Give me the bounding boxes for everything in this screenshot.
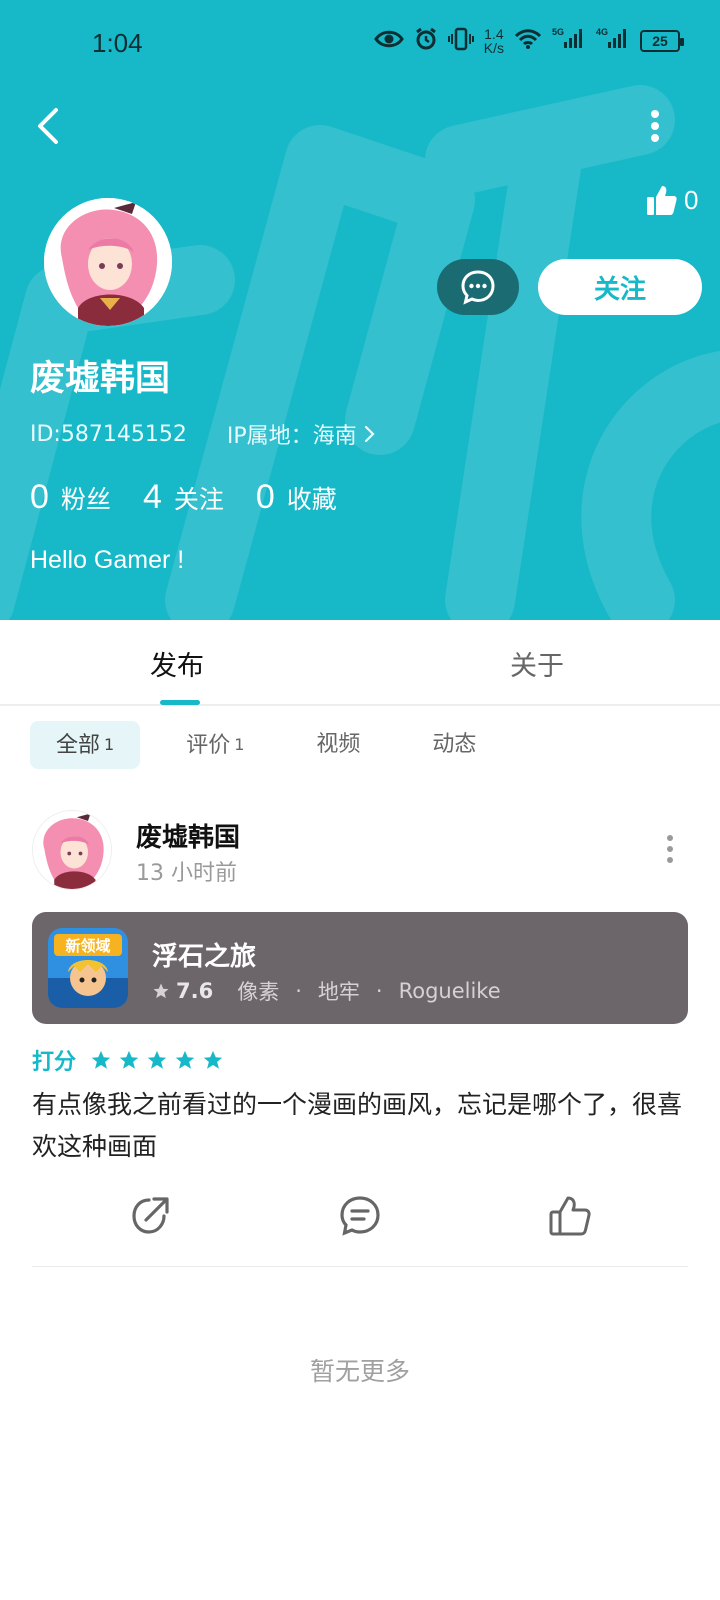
profile-stats: 0 粉丝 4 关注 0 收藏 bbox=[30, 478, 369, 517]
tab-publish[interactable]: 发布 bbox=[150, 644, 204, 683]
profile-id-line: ID:587145152 IP属地：海南 bbox=[30, 418, 375, 450]
share-button[interactable] bbox=[122, 1188, 178, 1244]
game-tag: Roguelike bbox=[398, 979, 501, 1003]
game-score: 7.6 bbox=[176, 979, 214, 1003]
thumbs-up-icon bbox=[549, 1196, 591, 1236]
post-actions bbox=[0, 1188, 720, 1248]
battery-indicator: 25 bbox=[640, 30, 684, 52]
filter-label: 视频 bbox=[316, 732, 361, 757]
chevron-left-icon bbox=[38, 108, 58, 144]
more-vertical-icon bbox=[667, 835, 673, 863]
stat-following[interactable]: 4 关注 bbox=[143, 478, 224, 517]
status-icons: 1.4 K/s 5G 4G 25 bbox=[373, 26, 684, 56]
stat-label: 粉丝 bbox=[60, 485, 111, 514]
tag-separator: · bbox=[295, 979, 302, 1003]
stat-fans[interactable]: 0 粉丝 bbox=[30, 478, 111, 517]
post-author-name[interactable]: 废墟韩国 bbox=[136, 817, 240, 854]
stat-count: 0 bbox=[30, 478, 49, 516]
filter-chips: 全部 1 评价 1 视频 动态 bbox=[30, 721, 522, 769]
game-name: 浮石之旅 bbox=[152, 942, 257, 972]
stat-label: 关注 bbox=[173, 485, 224, 514]
signal-5g-icon: 5G bbox=[552, 26, 586, 56]
filter-count: 1 bbox=[104, 735, 115, 754]
stat-count: 4 bbox=[142, 478, 162, 516]
alarm-icon bbox=[414, 27, 438, 56]
profile-likes[interactable]: 0 bbox=[646, 184, 698, 216]
profile-bio: Hello Gamer ! bbox=[30, 546, 185, 574]
game-tag: 像素 bbox=[237, 980, 280, 1004]
star-icon bbox=[175, 1050, 195, 1069]
rating-stars bbox=[90, 1049, 224, 1071]
svg-text:4G: 4G bbox=[596, 27, 608, 37]
status-bar: 1:04 1.4 K/s 5G 4G 25 bbox=[0, 0, 720, 90]
post-more-button[interactable] bbox=[660, 832, 680, 866]
filter-label: 全部 bbox=[56, 733, 101, 758]
filter-all[interactable]: 全部 1 bbox=[30, 721, 141, 769]
filter-videos[interactable]: 视频 bbox=[290, 721, 386, 769]
message-button[interactable] bbox=[437, 259, 519, 315]
filter-count: 1 bbox=[234, 735, 245, 754]
game-tag: 地牢 bbox=[317, 980, 360, 1004]
stat-favorites[interactable]: 0 收藏 bbox=[256, 478, 337, 517]
more-vertical-icon bbox=[651, 110, 659, 142]
profile-avatar[interactable] bbox=[44, 198, 172, 326]
star-icon bbox=[153, 983, 169, 999]
stat-count: 0 bbox=[255, 478, 275, 516]
status-time: 1:04 bbox=[92, 28, 143, 58]
star-icon bbox=[203, 1050, 223, 1069]
star-icon bbox=[91, 1050, 111, 1069]
rating-row: 打分 bbox=[32, 1044, 224, 1076]
more-options-button[interactable] bbox=[640, 106, 670, 146]
anime-avatar-image bbox=[44, 198, 172, 326]
filter-label: 评价 bbox=[186, 733, 231, 758]
filter-moments[interactable]: 动态 bbox=[406, 721, 502, 769]
back-button[interactable] bbox=[30, 104, 70, 148]
follow-button[interactable]: 关注 bbox=[538, 259, 702, 315]
thumbs-up-filled-icon bbox=[647, 186, 677, 215]
chevron-right-icon bbox=[364, 425, 375, 443]
tab-about[interactable]: 关于 bbox=[510, 644, 564, 683]
star-icon bbox=[119, 1050, 139, 1069]
ip-location-text: IP属地：海南 bbox=[226, 424, 357, 449]
profile-username: 废墟韩国 bbox=[30, 359, 171, 399]
content-tabs: 发布 关于 bbox=[0, 620, 720, 706]
active-tab-indicator bbox=[160, 700, 200, 705]
anime-avatar-image bbox=[33, 811, 111, 889]
eye-icon bbox=[373, 28, 404, 55]
user-id: ID:587145152 bbox=[30, 421, 187, 447]
share-icon bbox=[132, 1197, 169, 1234]
wifi-icon bbox=[514, 28, 542, 55]
ip-location-link[interactable]: IP属地：海南 bbox=[227, 418, 375, 450]
game-meta: 7.6 像素 · 地牢 · Roguelike bbox=[152, 976, 501, 1006]
game-icon-text: 新领域 bbox=[65, 937, 110, 955]
post-timestamp: 13 小时前 bbox=[136, 861, 237, 886]
signal-4g-icon: 4G bbox=[596, 26, 630, 56]
no-more-text: 暂无更多 bbox=[309, 1357, 410, 1386]
taptap-watermark bbox=[0, 85, 720, 620]
chat-bubble-icon bbox=[461, 270, 495, 305]
vibrate-icon bbox=[447, 27, 474, 56]
like-button[interactable] bbox=[542, 1188, 598, 1244]
comment-button[interactable] bbox=[332, 1188, 388, 1244]
filter-label: 动态 bbox=[432, 732, 477, 757]
game-icon: 新领域 bbox=[48, 928, 128, 1008]
post-divider bbox=[32, 1266, 688, 1267]
review-text: 有点像我之前看过的一个漫画的画风，忘记是哪个了，很喜欢这种画面 bbox=[32, 1090, 683, 1161]
filter-reviews[interactable]: 评价 1 bbox=[160, 721, 270, 769]
like-count: 0 bbox=[684, 184, 699, 215]
svg-text:5G: 5G bbox=[552, 27, 564, 37]
net-speed: 1.4 K/s bbox=[484, 27, 504, 55]
stat-label: 收藏 bbox=[286, 485, 337, 514]
tag-separator: · bbox=[375, 979, 383, 1003]
post-author-avatar[interactable] bbox=[32, 810, 112, 890]
profile-header: 1:04 1.4 K/s 5G 4G 25 0 关注 废墟韩国 ID:58714… bbox=[0, 0, 720, 620]
comment-icon bbox=[340, 1196, 380, 1236]
net-speed-value: 1.4 bbox=[484, 26, 504, 42]
star-icon bbox=[147, 1050, 167, 1069]
rating-label: 打分 bbox=[32, 1050, 77, 1075]
game-card[interactable]: 新领域 浮石之旅 7.6 像素 · 地牢 · Roguelike bbox=[32, 912, 688, 1024]
net-speed-unit: K/s bbox=[483, 40, 504, 56]
